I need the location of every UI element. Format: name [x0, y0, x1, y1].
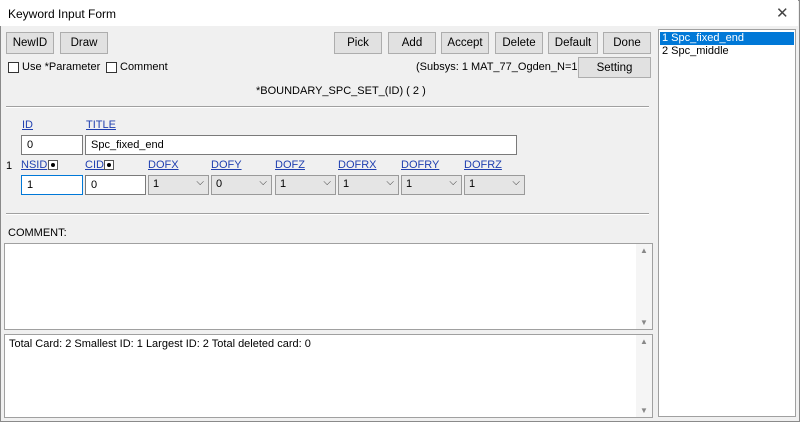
nsid-input[interactable]: 1	[21, 175, 83, 195]
dofrx-field-label[interactable]: DOFRX	[338, 159, 377, 171]
use-parameter-label: Use *Parameter	[22, 61, 101, 73]
id-field-label[interactable]: ID	[22, 119, 33, 131]
dofx-select[interactable]: 1 ⌵	[148, 175, 209, 195]
pick-button[interactable]: Pick	[334, 32, 382, 54]
dofrz-select[interactable]: 1 ⌵	[464, 175, 525, 195]
dofx-field-label[interactable]: DOFX	[148, 159, 179, 171]
chevron-down-icon: ⌵	[386, 177, 394, 188]
default-button[interactable]: Default	[548, 32, 598, 54]
dofy-field-label[interactable]: DOFY	[211, 159, 242, 171]
scroll-down-icon[interactable]: ▼	[640, 318, 648, 327]
status-text: Total Card: 2 Smallest ID: 1 Largest ID:…	[9, 338, 311, 350]
delete-button[interactable]: Delete	[495, 32, 543, 54]
nsid-field-label[interactable]: NSID	[21, 159, 47, 171]
dofz-select[interactable]: 1 ⌵	[275, 175, 336, 195]
close-icon[interactable]: ✕	[776, 4, 789, 22]
separator	[6, 213, 649, 215]
done-button[interactable]: Done	[603, 32, 651, 54]
separator	[6, 106, 649, 108]
accept-button[interactable]: Accept	[441, 32, 489, 54]
dofry-field-label[interactable]: DOFRY	[401, 159, 439, 171]
dofry-select[interactable]: 1 ⌵	[401, 175, 462, 195]
dofz-value: 1	[280, 178, 287, 190]
dofx-value: 1	[153, 178, 160, 190]
use-parameter-checkbox[interactable]	[8, 62, 19, 73]
newid-button[interactable]: NewID	[6, 32, 54, 54]
comment-textarea[interactable]: ▲ ▼	[4, 243, 653, 330]
dofrz-field-label[interactable]: DOFRZ	[464, 159, 502, 171]
add-button[interactable]: Add	[388, 32, 436, 54]
chevron-down-icon: ⌵	[449, 177, 457, 188]
card-row-number: 1	[6, 160, 13, 172]
status-panel: Total Card: 2 Smallest ID: 1 Largest ID:…	[4, 334, 653, 418]
list-item[interactable]: 2 Spc_middle	[660, 45, 794, 58]
dofrz-value: 1	[469, 178, 476, 190]
list-item[interactable]: 1 Spc_fixed_end	[660, 32, 794, 45]
chevron-down-icon: ⌵	[512, 177, 520, 188]
chevron-down-icon: ⌵	[259, 177, 267, 188]
title-field-label[interactable]: TITLE	[86, 119, 116, 131]
id-input[interactable]: 0	[21, 135, 83, 155]
chevron-down-icon: ⌵	[323, 177, 331, 188]
cid-input[interactable]: 0	[85, 175, 146, 195]
cid-field-label[interactable]: CID	[85, 159, 104, 171]
set-picker-icon[interactable]	[48, 160, 58, 170]
chevron-down-icon: ⌵	[196, 177, 204, 188]
title-bar: Keyword Input Form ✕	[0, 0, 798, 26]
dofry-value: 1	[406, 178, 413, 190]
comment-scrollbar[interactable]: ▲ ▼	[636, 244, 652, 329]
scroll-up-icon[interactable]: ▲	[640, 337, 648, 346]
comment-checkbox[interactable]	[106, 62, 117, 73]
card-list[interactable]: 1 Spc_fixed_end 2 Spc_middle	[658, 29, 796, 417]
draw-button[interactable]: Draw	[60, 32, 108, 54]
comment-label: COMMENT:	[8, 227, 67, 239]
setting-button[interactable]: Setting	[578, 57, 651, 78]
dofrx-select[interactable]: 1 ⌵	[338, 175, 399, 195]
keyword-title: *BOUNDARY_SPC_SET_(ID) ( 2 )	[256, 85, 426, 97]
subsys-info: (Subsys: 1 MAT_77_Ogden_N=1.k)	[416, 61, 590, 73]
dofy-value: 0	[216, 178, 223, 190]
scroll-up-icon[interactable]: ▲	[640, 246, 648, 255]
coordinate-picker-icon[interactable]	[104, 160, 114, 170]
title-input[interactable]: Spc_fixed_end	[85, 135, 517, 155]
dofz-field-label[interactable]: DOFZ	[275, 159, 305, 171]
scroll-down-icon[interactable]: ▼	[640, 406, 648, 415]
dofy-select[interactable]: 0 ⌵	[211, 175, 272, 195]
dofrx-value: 1	[343, 178, 350, 190]
comment-option-label: Comment	[120, 61, 168, 73]
status-scrollbar[interactable]: ▲ ▼	[636, 335, 652, 417]
window-title: Keyword Input Form	[8, 7, 117, 21]
